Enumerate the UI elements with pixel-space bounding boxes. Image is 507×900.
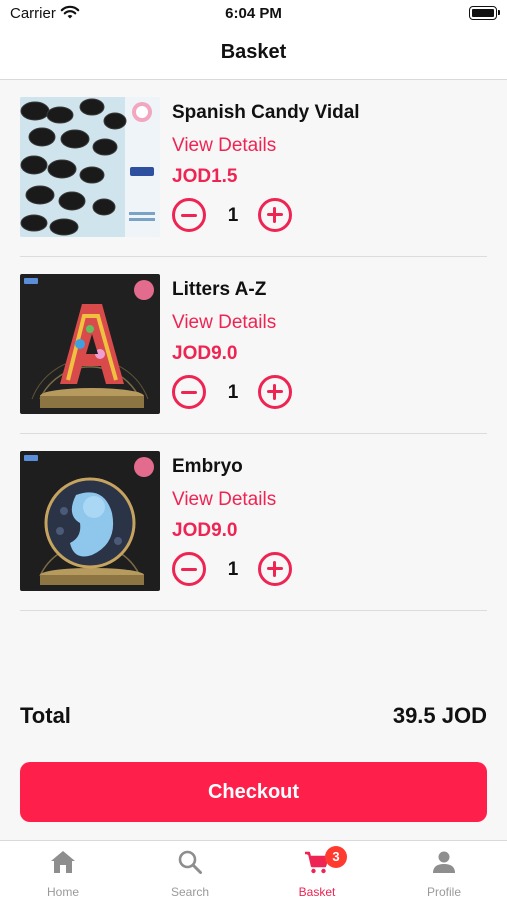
tab-home[interactable]: Home — [0, 841, 126, 900]
quantity-value: 1 — [227, 382, 239, 403]
page-title: Basket — [220, 41, 287, 63]
quantity-value: 1 — [227, 559, 239, 580]
view-details-link[interactable]: View Details — [172, 135, 276, 157]
product-name: Embryo — [172, 456, 243, 477]
decrease-quantity-button[interactable] — [172, 198, 206, 232]
tab-label: Basket — [298, 885, 336, 899]
total-label: Total — [20, 703, 71, 728]
total-row: Total 39.5 JOD — [20, 703, 487, 733]
product-price: JOD1.5 — [172, 166, 238, 187]
product-image[interactable] — [20, 97, 160, 237]
home-icon — [50, 849, 76, 875]
nav-bar: Basket — [0, 28, 507, 80]
product-price: JOD9.0 — [172, 343, 238, 364]
increase-quantity-button[interactable] — [258, 552, 292, 586]
quantity-value: 1 — [227, 205, 239, 226]
battery-icon — [469, 6, 500, 20]
decrease-quantity-button[interactable] — [172, 375, 206, 409]
tab-basket[interactable]: 3 Basket — [254, 841, 380, 900]
person-icon — [431, 849, 457, 875]
product-price: JOD9.0 — [172, 520, 238, 541]
increase-quantity-button[interactable] — [258, 198, 292, 232]
tab-search[interactable]: Search — [127, 841, 253, 900]
product-image[interactable] — [20, 274, 160, 414]
checkout-button[interactable]: Checkout — [20, 762, 487, 822]
clock: 6:04 PM — [225, 5, 282, 22]
cart-count-badge: 3 — [325, 846, 347, 868]
basket-item: Embryo View Details JOD9.0 1 — [20, 434, 487, 611]
basket-item: Litters A-Z View Details JOD9.0 1 — [20, 257, 487, 434]
minus-icon — [181, 567, 197, 571]
product-name: Litters A-Z — [172, 279, 267, 300]
status-bar: Carrier 6:04 PM — [0, 0, 507, 28]
tab-bar: Home Search 3 Basket Profile — [0, 840, 507, 900]
basket-item: Spanish Candy Vidal View Details JOD1.5 … — [20, 80, 487, 257]
minus-icon — [181, 390, 197, 394]
decrease-quantity-button[interactable] — [172, 552, 206, 586]
search-icon — [177, 849, 203, 875]
tab-profile[interactable]: Profile — [381, 841, 507, 900]
view-details-link[interactable]: View Details — [172, 489, 276, 511]
view-details-link[interactable]: View Details — [172, 312, 276, 334]
minus-icon — [181, 213, 197, 217]
tab-label: Profile — [426, 885, 461, 899]
basket-list: Spanish Candy Vidal View Details JOD1.5 … — [20, 80, 487, 611]
product-image[interactable] — [20, 451, 160, 591]
total-value: 39.5 JOD — [392, 703, 487, 728]
increase-quantity-button[interactable] — [258, 375, 292, 409]
tab-label: Home — [46, 885, 79, 899]
product-name: Spanish Candy Vidal — [172, 102, 360, 123]
tab-label: Search — [170, 885, 210, 899]
